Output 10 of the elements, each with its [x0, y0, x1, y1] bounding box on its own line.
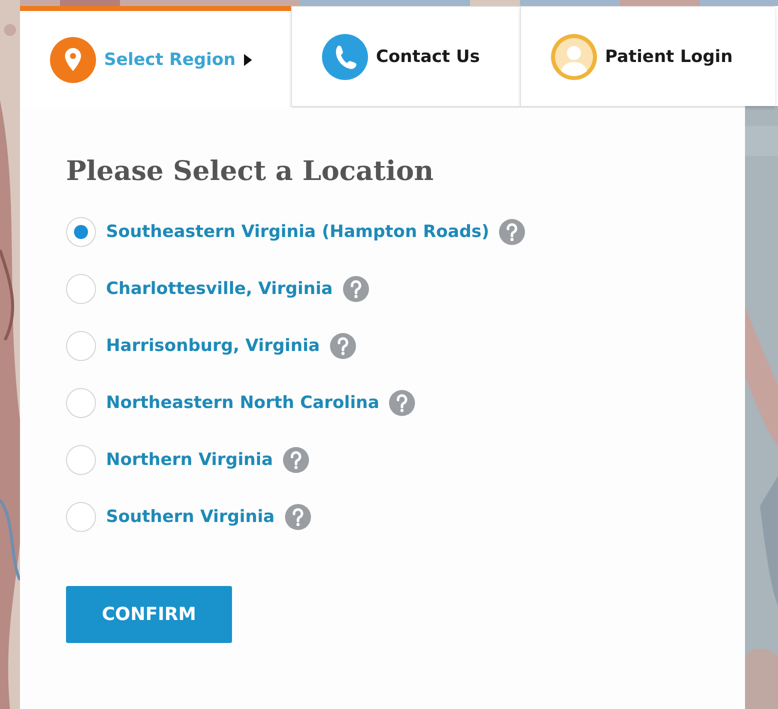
location-option[interactable]: Southeastern Virginia (Hampton Roads) [106, 222, 490, 242]
location-option[interactable]: Northern Virginia [106, 450, 273, 470]
nav-tab[interactable]: Patient Login [520, 6, 775, 106]
location-option[interactable]: Northeastern North Carolina [106, 393, 380, 413]
panel-title: Please Select a Location [66, 156, 435, 187]
location-option[interactable]: Charlottesville, Virginia [106, 279, 333, 299]
location-option[interactable]: Southern Virginia [106, 507, 275, 527]
location-option[interactable]: Harrisonburg, Virginia [106, 336, 320, 356]
confirm-button[interactable]: CONFIRM [66, 586, 232, 643]
nav-tab[interactable]: Contact Us [291, 6, 520, 106]
